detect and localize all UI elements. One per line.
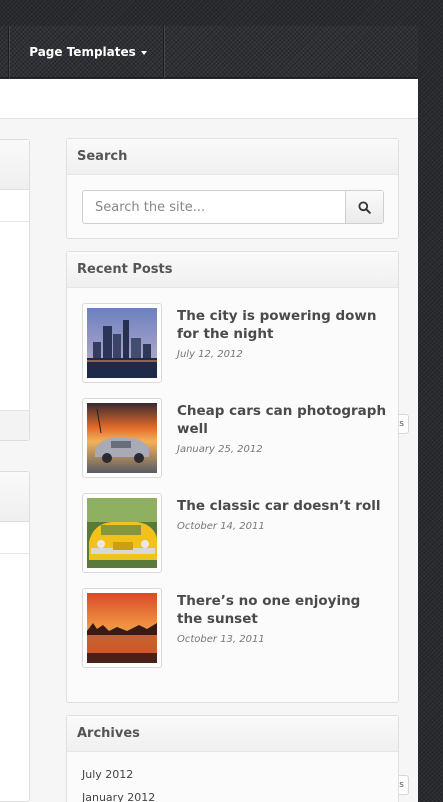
- recent-post-item: The city is powering down for the night …: [82, 303, 387, 383]
- post-title-link[interactable]: The classic car doesn’t roll: [177, 497, 387, 515]
- post-date: October 14, 2011: [177, 521, 265, 532]
- search-form: [82, 190, 384, 224]
- content-area: nts nts Search Recent Posts: [0, 79, 418, 802]
- nav-divider: [163, 26, 165, 78]
- nav-page-templates[interactable]: Page Templates: [12, 26, 164, 78]
- caret-down-icon: [140, 50, 147, 55]
- post-card-clipped: [0, 471, 30, 802]
- search-input[interactable]: [83, 191, 345, 223]
- widget-title: Archives: [67, 716, 398, 752]
- post-card-clipped: [0, 139, 30, 441]
- city-skyline-thumbnail[interactable]: [82, 303, 162, 383]
- post-title-link[interactable]: There’s no one enjoying the sunset: [177, 592, 387, 628]
- post-date: January 25, 2012: [177, 444, 263, 455]
- top-navbar: Page Templates: [0, 26, 418, 78]
- recent-post-item: The classic car doesn’t roll October 14,…: [82, 493, 387, 573]
- archive-link[interactable]: July 2012: [82, 768, 133, 781]
- archive-link[interactable]: January 2012: [82, 791, 155, 802]
- recent-post-item: Cheap cars can photograph well January 2…: [82, 398, 387, 478]
- widget-title: Recent Posts: [67, 252, 398, 288]
- recent-posts-widget: Recent Posts The city is powering down f…: [66, 251, 399, 703]
- search-button[interactable]: [345, 191, 383, 223]
- post-title-link[interactable]: The city is powering down for the night: [177, 307, 387, 343]
- nav-page-templates-label: Page Templates: [29, 45, 136, 59]
- widget-title: Search: [67, 139, 398, 175]
- car-sunset-thumbnail[interactable]: [82, 398, 162, 478]
- search-icon: [358, 201, 371, 214]
- recent-post-item: There’s no one enjoying the sunset Octob…: [82, 588, 387, 668]
- nav-divider: [8, 26, 10, 78]
- archives-widget: Archives July 2012 January 2012: [66, 715, 399, 802]
- lake-sunset-thumbnail[interactable]: [82, 588, 162, 668]
- post-date: July 12, 2012: [177, 349, 243, 360]
- content-header-strip: [0, 79, 418, 119]
- yellow-classic-car-thumbnail[interactable]: [82, 493, 162, 573]
- search-widget: Search: [66, 138, 399, 239]
- post-title-link[interactable]: Cheap cars can photograph well: [177, 402, 387, 438]
- post-date: October 13, 2011: [177, 634, 265, 645]
